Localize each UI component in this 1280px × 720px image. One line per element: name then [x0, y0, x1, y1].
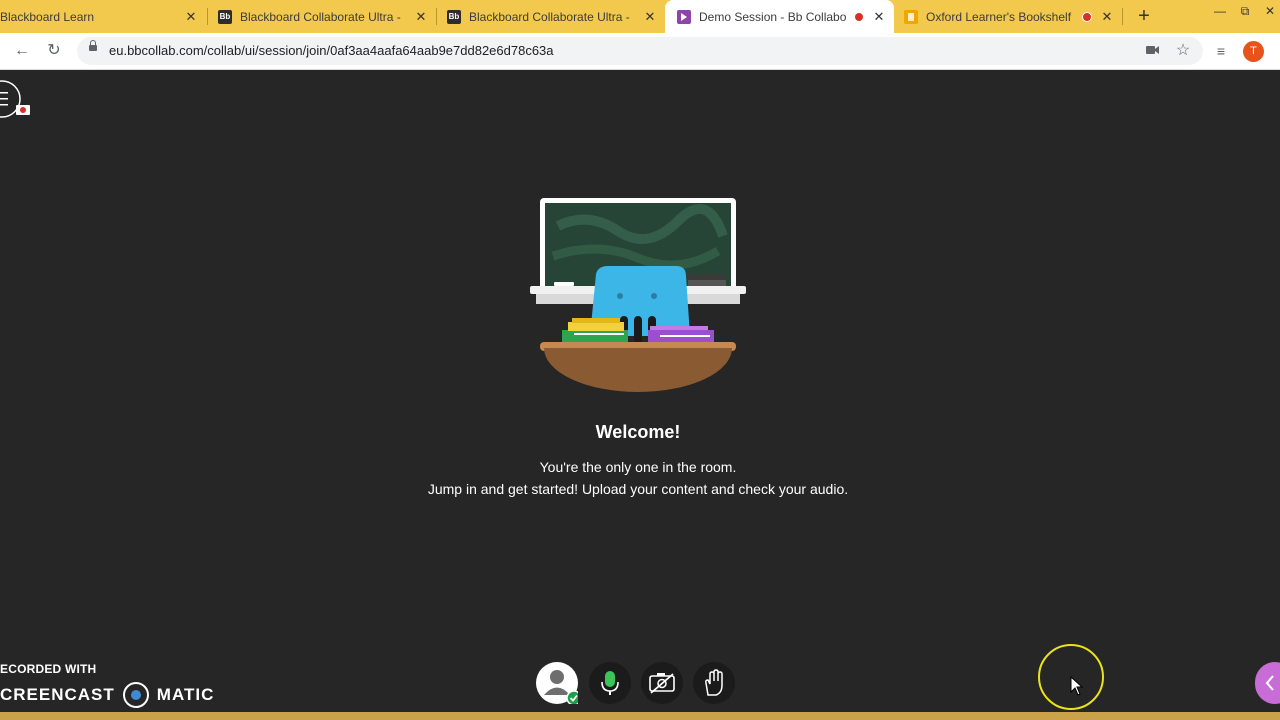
microphone-icon — [601, 671, 619, 695]
url-text: eu.bbcollab.com/collab/ui/session/join/0… — [109, 43, 554, 58]
profile-avatar[interactable]: T — [1243, 41, 1264, 62]
oxford-icon — [904, 9, 918, 24]
bb-icon: Bb — [447, 9, 461, 24]
media-control-icon[interactable]: ≡ — [1210, 40, 1232, 62]
tab-close-icon[interactable]: ✕ — [414, 9, 428, 25]
tab-title: Demo Session - Bb Collabo — [699, 9, 846, 24]
collaborate-icon — [677, 9, 691, 24]
my-status-button[interactable] — [536, 662, 578, 704]
recording-indicator-icon — [1082, 11, 1092, 22]
close-window-icon[interactable]: ✕ — [1258, 0, 1280, 22]
browser-toolbar: ← ↻ eu.bbcollab.com/collab/ui/session/jo… — [0, 33, 1280, 70]
minimize-icon[interactable]: — — [1208, 0, 1232, 22]
tab-close-icon[interactable]: ✕ — [184, 9, 198, 25]
empty-room-illustration — [528, 196, 748, 396]
tab-title: Blackboard Collaborate Ultra - — [240, 9, 401, 24]
browser-tab-strip: Blackboard Learn ✕ Bb Blackboard Collabo… — [0, 0, 1280, 33]
camera-in-use-icon[interactable] — [1143, 42, 1161, 60]
tab-title: Blackboard Learn — [0, 9, 95, 24]
tab-oxford-bookshelf[interactable]: Oxford Learner's Bookshelf ✕ — [894, 0, 1122, 33]
back-arrow-icon[interactable]: ← — [11, 40, 33, 62]
os-taskbar — [0, 712, 1280, 720]
welcome-title: Welcome! — [595, 422, 681, 442]
watermark-screencast-logo: CREENCAST MATIC — [0, 682, 214, 708]
bookmark-star-icon[interactable]: ☆ — [1174, 42, 1192, 60]
raise-hand-button[interactable] — [693, 662, 735, 704]
recording-indicator-icon — [854, 11, 864, 22]
collaborate-panel-toggle[interactable] — [1255, 662, 1280, 704]
camera-off-icon — [649, 673, 675, 694]
mouse-cursor-icon — [1070, 675, 1084, 701]
hand-icon — [705, 669, 723, 696]
new-tab-button[interactable]: + — [1133, 4, 1155, 28]
tab-demo-session[interactable]: Demo Session - Bb Collabo ✕ — [665, 0, 894, 33]
reload-icon[interactable]: ↻ — [43, 40, 65, 62]
tab-close-icon[interactable]: ✕ — [643, 9, 657, 25]
welcome-message-line-1: You're the only one in the room. — [539, 459, 737, 475]
restore-icon[interactable]: ⧉ — [1233, 0, 1257, 22]
tab-title: Blackboard Collaborate Ultra - — [469, 9, 630, 24]
watermark-recorded-with: ECORDED WITH — [0, 662, 97, 676]
welcome-message-line-2: Jump in and get started! Upload your con… — [427, 481, 849, 497]
microphone-button[interactable] — [589, 662, 631, 704]
bb-icon: Bb — [218, 9, 232, 24]
chevrons-left-icon — [1265, 675, 1274, 691]
watermark-text-left: CREENCAST — [0, 685, 115, 704]
lock-icon — [89, 40, 97, 51]
avatar-icon — [544, 670, 578, 704]
screencast-logo-icon — [122, 682, 149, 708]
session-menu-button[interactable] — [0, 80, 30, 118]
tab-collaborate-ultra-2[interactable]: Bb Blackboard Collaborate Ultra - ✕ — [437, 0, 665, 33]
tab-collaborate-ultra-1[interactable]: Bb Blackboard Collaborate Ultra - ✕ — [208, 0, 436, 33]
tab-blackboard-learn[interactable]: Blackboard Learn ✕ — [0, 0, 206, 33]
address-bar[interactable]: eu.bbcollab.com/collab/ui/session/join/0… — [77, 37, 1203, 65]
watermark-text-right: MATIC — [156, 685, 215, 704]
tab-close-icon[interactable]: ✕ — [1100, 9, 1114, 25]
tab-title: Oxford Learner's Bookshelf — [926, 9, 1072, 24]
camera-button[interactable] — [641, 662, 683, 704]
tab-close-icon[interactable]: ✕ — [872, 9, 886, 25]
